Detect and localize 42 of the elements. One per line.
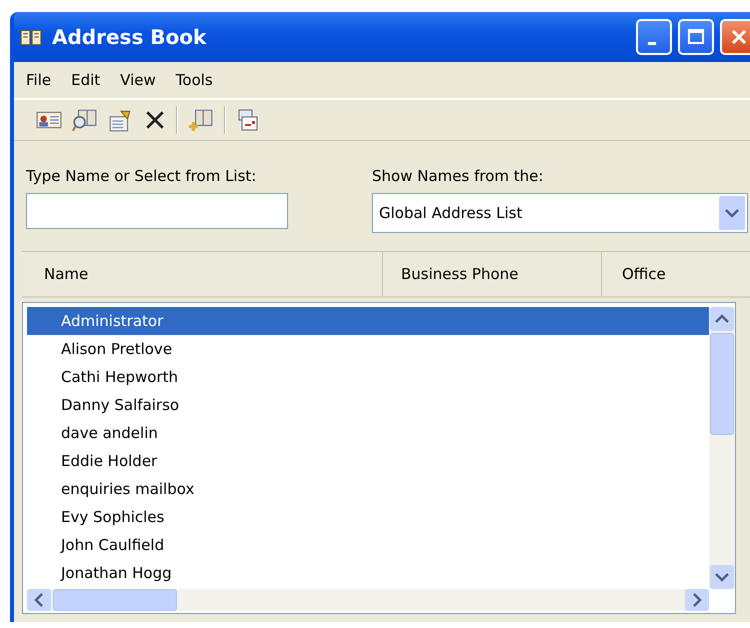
delete-icon[interactable] <box>144 109 166 131</box>
close-icon <box>729 27 749 47</box>
menu-item[interactable]: Tools <box>176 71 213 89</box>
name-list-item[interactable]: dave andelin <box>27 419 709 447</box>
scroll-thumb[interactable] <box>710 333 734 435</box>
maximize-button[interactable] <box>678 19 714 55</box>
book-icon <box>20 28 42 46</box>
window-title: Address Book <box>52 25 208 49</box>
name-list-item[interactable]: Jonathan Hogg <box>27 559 709 587</box>
horizontal-scrollbar[interactable] <box>27 589 709 611</box>
scroll-up-icon[interactable] <box>710 307 734 331</box>
name-list-item[interactable]: Administrator <box>27 307 709 335</box>
column-header[interactable]: Name <box>22 252 383 296</box>
name-list-item[interactable]: Danny Salfairso <box>27 391 709 419</box>
scroll-left-icon[interactable] <box>27 589 51 611</box>
scroll-right-icon[interactable] <box>685 589 709 611</box>
mail-icon[interactable] <box>236 107 260 133</box>
book-search-icon[interactable] <box>72 108 98 132</box>
name-list-item[interactable]: enquiries mailbox <box>27 475 709 503</box>
name-list-item[interactable]: Eddie Holder <box>27 447 709 475</box>
close-button[interactable] <box>720 19 750 55</box>
maximize-icon <box>686 27 706 47</box>
menu-item[interactable]: File <box>26 71 52 89</box>
scroll-down-icon[interactable] <box>710 565 734 589</box>
name-list-item[interactable]: Evy Sophicles <box>27 503 709 531</box>
name-list-item[interactable]: John Caulfield <box>27 531 709 559</box>
add-book-icon[interactable] <box>188 108 214 132</box>
name-list-item[interactable]: Cathi Hepworth <box>27 363 709 391</box>
name-input-field[interactable] <box>26 193 288 229</box>
address-list-dropdown[interactable]: Global Address List <box>372 193 748 233</box>
vertical-scrollbar[interactable] <box>709 307 735 589</box>
name-list-item[interactable]: Alison Pretlove <box>27 335 709 363</box>
minimize-button[interactable] <box>636 19 672 55</box>
minimize-icon <box>648 42 656 45</box>
menu-item[interactable]: View <box>120 71 156 89</box>
scroll-thumb[interactable] <box>53 589 177 611</box>
source-label: Show Names from the: <box>372 167 544 185</box>
column-header[interactable]: Business Phone <box>383 252 602 296</box>
contact-card-icon[interactable] <box>36 109 62 131</box>
search-label: Type Name or Select from List: <box>26 167 258 185</box>
column-header[interactable]: Office <box>602 252 750 296</box>
menu-item[interactable]: Edit <box>71 71 100 89</box>
